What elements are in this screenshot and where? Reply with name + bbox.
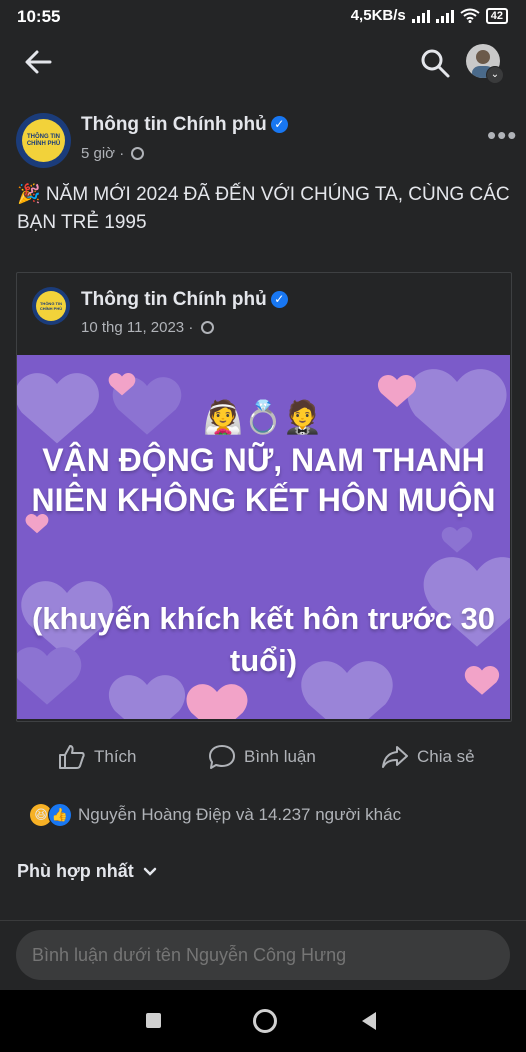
- battery-icon: 42: [485, 7, 508, 24]
- status-bar: 10:55 4,5KB/s 42: [0, 0, 526, 34]
- banner-title: VẬN ĐỘNG NỮ, NAM THANH NIÊN KHÔNG KẾT HÔ…: [31, 442, 496, 518]
- signal-icon-2: [435, 9, 454, 23]
- globe-icon: [200, 321, 214, 334]
- like-reaction-icon: 👍: [48, 803, 72, 827]
- status-right: 4,5KB/s 42: [351, 7, 508, 24]
- like-button[interactable]: Thích: [58, 744, 137, 770]
- shared-page-avatar[interactable]: THÔNG TIN CHÍNH PHỦ: [32, 287, 70, 325]
- status-time: 10:55: [17, 7, 61, 26]
- network-speed: 4,5KB/s: [350, 7, 406, 24]
- back-button[interactable]: [362, 1012, 376, 1030]
- shared-page-name-text[interactable]: Thông tin Chính phủ: [81, 289, 267, 310]
- shared-page-logo: THÔNG TIN CHÍNH PHỦ: [36, 291, 66, 321]
- recent-apps-button[interactable]: [146, 1013, 161, 1028]
- comment-button[interactable]: Bình luận: [208, 744, 316, 770]
- post-meta: 5 giờ ·: [81, 145, 145, 162]
- comment-input[interactable]: [16, 930, 510, 980]
- reactions-summary[interactable]: 😆 👍 Nguyễn Hoàng Điệp và 14.237 người kh…: [30, 803, 401, 827]
- shared-post-time[interactable]: 10 thg 11, 2023: [81, 319, 184, 336]
- sort-label: Phù hợp nhất: [17, 861, 134, 881]
- shared-post-meta: 10 thg 11, 2023 ·: [81, 319, 214, 336]
- page-logo: THÔNG TIN CHÍNH PHỦ: [22, 119, 65, 162]
- banner-emojis: 👰💍🤵: [203, 399, 323, 435]
- like-label: Thích: [94, 747, 137, 766]
- page-name-text[interactable]: Thông tin Chính phủ: [81, 114, 267, 135]
- search-icon[interactable]: [418, 46, 452, 80]
- signal-icon: [411, 9, 430, 23]
- page-avatar[interactable]: THÔNG TIN CHÍNH PHỦ: [16, 113, 71, 168]
- chevron-down-icon: [143, 867, 157, 876]
- verified-icon: ✓: [270, 116, 288, 134]
- comment-label: Bình luận: [244, 747, 316, 766]
- back-arrow-icon[interactable]: [20, 44, 56, 80]
- home-button[interactable]: [253, 1009, 277, 1033]
- reactions-text: Nguyễn Hoàng Điệp và 14.237 người khác: [78, 805, 402, 824]
- thumbs-up-icon: [59, 745, 85, 769]
- post-text: 🎉 NĂM MỚI 2024 ĐÃ ĐẾN VỚI CHÚNG TA, CÙNG…: [17, 184, 510, 233]
- verified-icon: ✓: [270, 291, 288, 309]
- share-icon: [382, 746, 408, 768]
- shared-page-name[interactable]: Thông tin Chính phủ ✓: [81, 289, 288, 311]
- globe-icon: [131, 147, 145, 160]
- share-label: Chia sẻ: [417, 747, 475, 766]
- sort-dropdown[interactable]: Phù hợp nhất: [17, 861, 157, 882]
- chevron-down-icon[interactable]: ⌄: [486, 66, 504, 84]
- post-page-name[interactable]: Thông tin Chính phủ ✓: [81, 114, 288, 136]
- post-time[interactable]: 5 giờ: [81, 145, 115, 162]
- more-options-icon[interactable]: •••: [487, 120, 517, 151]
- wifi-icon: [460, 8, 480, 23]
- banner-subtitle: (khuyến khích kết hôn trước 30 tuổi): [31, 601, 496, 678]
- comment-icon: [209, 745, 235, 769]
- share-button[interactable]: Chia sẻ: [381, 744, 475, 770]
